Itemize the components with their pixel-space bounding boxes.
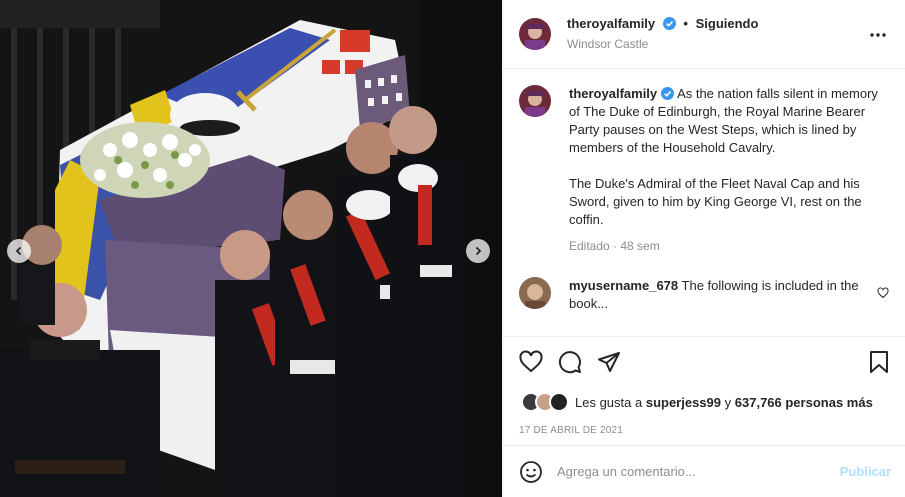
bookmark-icon: [870, 351, 888, 373]
separator-dot: •: [683, 16, 688, 31]
coffin-procession-image: [0, 0, 502, 497]
more-options-icon: [870, 33, 886, 37]
next-photo-button[interactable]: [466, 239, 490, 263]
comments-section[interactable]: theroyalfamily As the nation falls silen…: [503, 69, 905, 336]
comment-button[interactable]: [558, 350, 582, 374]
heart-icon: [877, 287, 889, 299]
post-header: theroyalfamily • Siguiendo Windsor Castl…: [503, 0, 905, 69]
follow-status-button[interactable]: Siguiendo: [696, 16, 759, 31]
caption-edited-time: Editado · 48 sem: [569, 239, 660, 253]
liker-avatar: [549, 392, 569, 412]
likes-count[interactable]: 637,766 personas más: [735, 395, 873, 410]
liker-username[interactable]: superjess99: [646, 395, 721, 410]
more-options-button[interactable]: [869, 26, 887, 41]
comment-like-button[interactable]: [877, 287, 889, 302]
verified-badge-icon: [661, 87, 675, 100]
save-button[interactable]: [869, 351, 889, 376]
post-date: 17 DE ABRIL DE 2021: [519, 425, 624, 436]
comment-item: myusername_678 The following is included…: [519, 277, 889, 313]
avatar-image: [519, 85, 551, 117]
comment-input[interactable]: [557, 464, 817, 479]
post-actions: Les gusta a superjess99 y 637,766 person…: [503, 336, 905, 497]
likes-prefix: Les gusta a: [575, 394, 643, 410]
previous-photo-button[interactable]: [7, 239, 31, 263]
post-author-username[interactable]: theroyalfamily: [567, 16, 655, 31]
like-button[interactable]: [519, 350, 543, 374]
emoji-icon: [520, 460, 542, 483]
commenter-username[interactable]: myusername_678: [569, 278, 678, 293]
post-caption: theroyalfamily As the nation falls silen…: [519, 85, 889, 255]
emoji-button[interactable]: [519, 460, 543, 484]
caption-text-paragraph-2: The Duke's Admiral of the Fleet Naval Ca…: [569, 176, 862, 227]
commenter-avatar[interactable]: [519, 277, 551, 309]
caption-avatar[interactable]: [519, 85, 551, 117]
heart-icon: [519, 350, 543, 373]
likes-summary[interactable]: Les gusta a superjess99 y 637,766 person…: [503, 387, 905, 417]
post-location[interactable]: Windsor Castle: [567, 35, 758, 53]
post-details-panel: theroyalfamily • Siguiendo Windsor Castl…: [502, 0, 905, 497]
share-icon: [598, 352, 620, 372]
comment-icon: [559, 351, 581, 374]
likes-joiner: y: [724, 394, 732, 410]
publish-button[interactable]: Publicar: [840, 464, 891, 479]
avatar-image: [519, 18, 551, 50]
avatar[interactable]: [519, 18, 551, 50]
chevron-left-icon: [15, 246, 22, 256]
post-photo[interactable]: [0, 0, 502, 497]
share-button[interactable]: [597, 350, 621, 374]
chevron-right-icon: [475, 246, 482, 256]
verified-badge-icon: [662, 17, 676, 30]
add-comment-bar: Publicar: [503, 445, 905, 497]
avatar-image: [519, 277, 551, 309]
caption-username[interactable]: theroyalfamily: [569, 86, 657, 101]
